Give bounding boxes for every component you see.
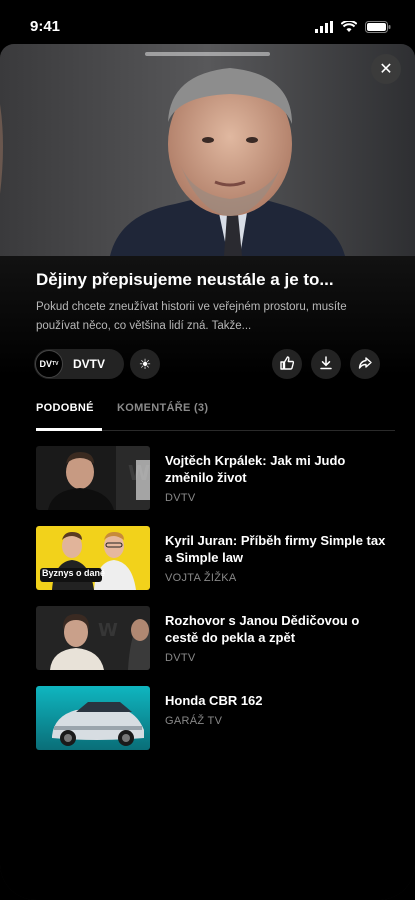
related-item[interactable]: W Vojtěch Krpálek: Jak mi Judo změnilo ž… — [36, 446, 396, 512]
episode-title: Dějiny přepisujeme neustále a je to... — [36, 270, 334, 289]
thumbnail: W — [36, 606, 150, 670]
like-button[interactable] — [272, 349, 302, 379]
related-item[interactable]: Honda CBR 162 GARÁŽ TV — [36, 686, 396, 752]
download-button[interactable] — [311, 349, 341, 379]
thumbnail: W — [36, 446, 150, 510]
download-icon — [318, 355, 334, 374]
share-button[interactable] — [350, 349, 380, 379]
thumbnail-caption: Byznys o daně — [42, 568, 106, 578]
tab-similar[interactable]: PODOBNÉ — [36, 402, 94, 414]
video-sheet: ✕ Dějiny přepisujeme neustále a je to...… — [0, 44, 415, 900]
channel-logo-text: DV — [39, 359, 53, 369]
wifi-icon — [340, 19, 358, 38]
channel-logo: DV TV — [35, 350, 63, 378]
episode-details: Dějiny přepisujeme neustále a je to... P… — [0, 256, 415, 900]
related-channel: DVTV — [165, 492, 196, 504]
channel-logo-sup: TV — [52, 361, 59, 367]
related-title: Kyril Juran: Příběh firmy Simple tax a S… — [165, 533, 386, 565]
share-icon — [357, 355, 373, 374]
related-item[interactable]: Byznys o daně Kyril Juran: Příběh firmy … — [36, 526, 396, 592]
battery-icon — [365, 20, 391, 38]
thumbnail: Byznys o daně — [36, 526, 150, 590]
related-channel: VOJTA ŽIŽKA — [165, 572, 237, 584]
status-bar: 9:41 — [0, 0, 415, 44]
channel-button[interactable]: DV TV DVTV — [34, 349, 124, 379]
related-item[interactable]: W Rozhovor s Janou Dědičovou o cestě do … — [36, 606, 396, 672]
related-title: Honda CBR 162 — [165, 693, 263, 708]
tab-comments[interactable]: KOMENTÁŘE (3) — [117, 402, 208, 414]
phone-screen: 9:41 ✕ Dějiny přepisujeme neustále a je … — [0, 0, 415, 900]
brightness-icon: ☀ — [138, 355, 152, 372]
status-time: 9:41 — [30, 18, 61, 35]
tab-active-indicator — [36, 428, 102, 431]
tab-bar: PODOBNÉ KOMENTÁŘE (3) — [0, 402, 415, 432]
related-channel: DVTV — [165, 652, 196, 664]
svg-text:W: W — [98, 620, 118, 641]
thumbs-up-icon — [279, 355, 295, 374]
related-channel: GARÁŽ TV — [165, 715, 223, 727]
related-title: Vojtěch Krpálek: Jak mi Judo změnilo živ… — [165, 453, 346, 485]
signal-icon — [315, 20, 333, 38]
close-button[interactable]: ✕ — [371, 54, 401, 84]
video-player[interactable]: ✕ — [0, 44, 415, 256]
brightness-button[interactable]: ☀ — [130, 349, 160, 379]
channel-name: DVTV — [73, 357, 106, 371]
close-icon: ✕ — [379, 61, 393, 78]
episode-description[interactable]: Pokud chcete zneužívat historii ve veřej… — [36, 298, 386, 336]
drag-handle[interactable] — [145, 52, 270, 56]
thumbnail — [36, 686, 150, 750]
video-frame — [0, 44, 415, 256]
related-title: Rozhovor s Janou Dědičovou o cestě do pe… — [165, 613, 360, 645]
status-icons — [315, 19, 391, 38]
notch — [95, 0, 321, 30]
